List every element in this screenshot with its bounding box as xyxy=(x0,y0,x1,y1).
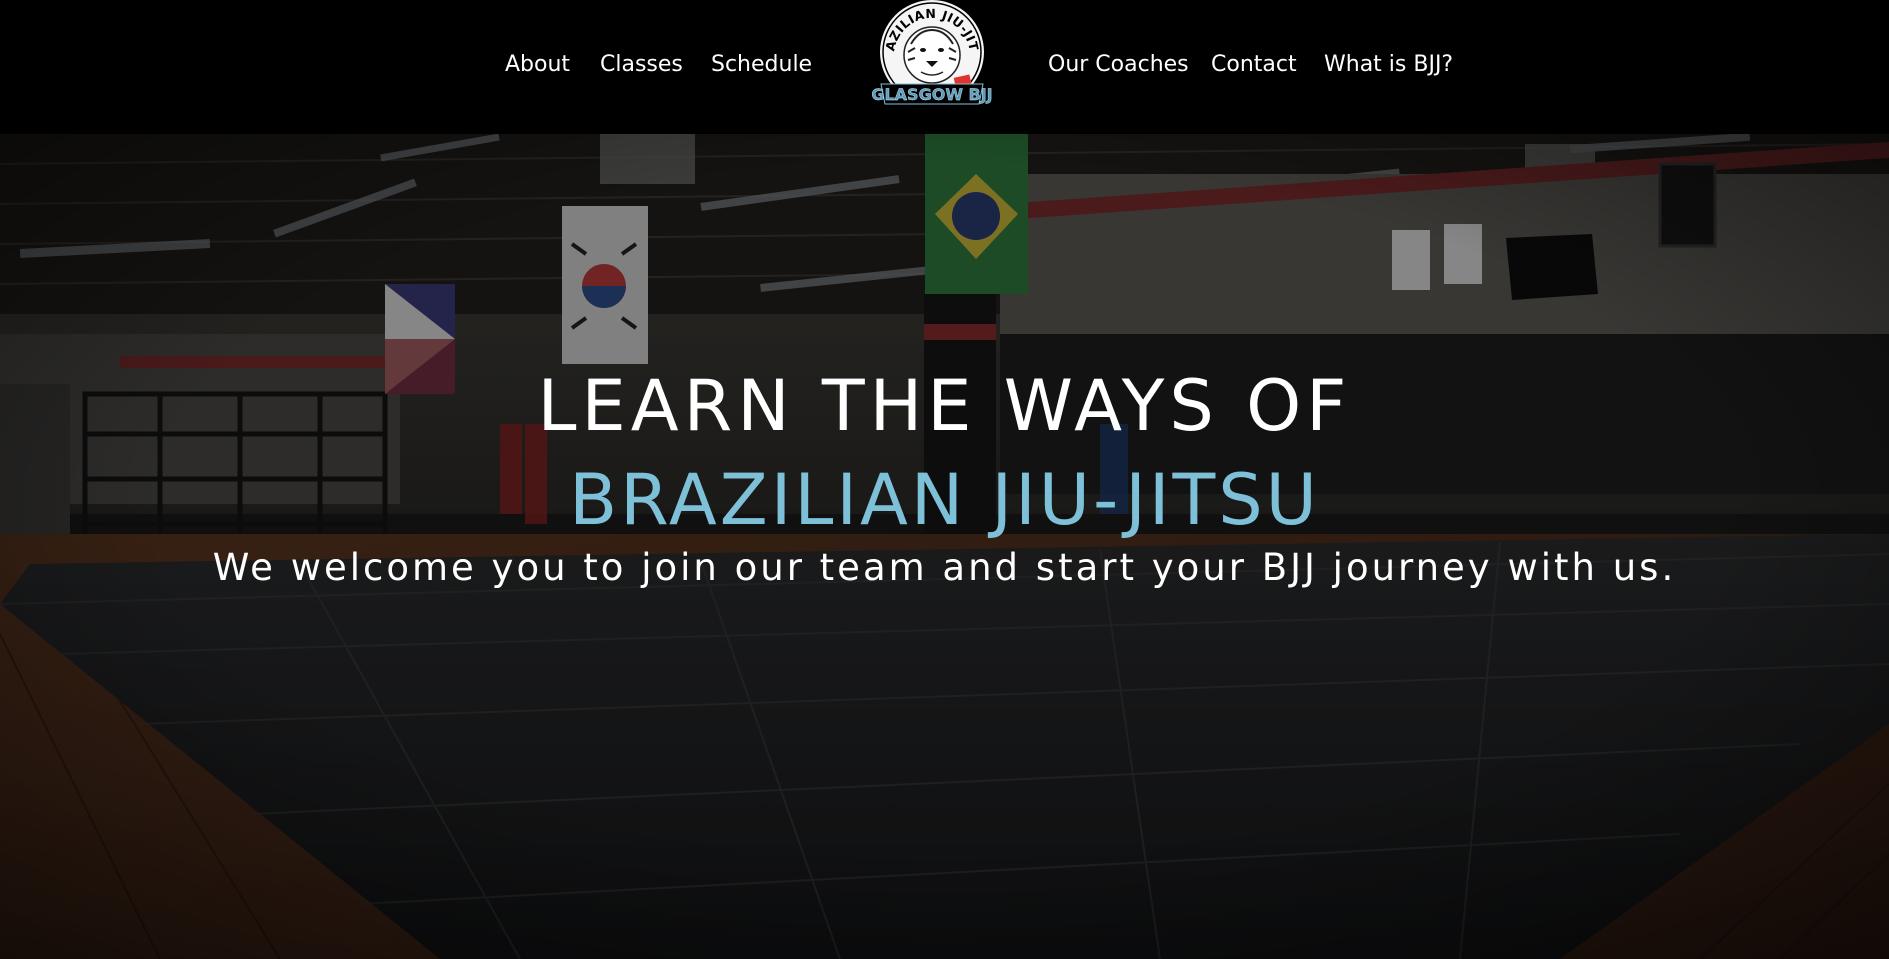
nav-link-about[interactable]: About xyxy=(505,50,570,80)
hero-heading-line1: LEARN THE WAYS OF xyxy=(537,365,1352,447)
top-navigation: About Classes Schedule BRAZILIAN JIU-JIT… xyxy=(0,0,1889,134)
hero-tagline: We welcome you to join our team and star… xyxy=(212,546,1677,589)
nav-link-classes[interactable]: Classes xyxy=(600,50,683,80)
glasgow-bjj-logo[interactable]: BRAZILIAN JIU-JITSU GLASGOW BJJ xyxy=(856,0,1003,116)
nav-link-what-is-bjj[interactable]: What is BJJ? xyxy=(1324,50,1453,80)
nav-link-contact[interactable]: Contact xyxy=(1211,50,1297,80)
nav-link-our-coaches[interactable]: Our Coaches xyxy=(1048,50,1189,80)
hero-section: LEARN THE WAYS OF BRAZILIAN JIU-JITSU We… xyxy=(0,134,1889,959)
nav-link-schedule[interactable]: Schedule xyxy=(711,50,812,80)
logo-banner-text: GLASGOW BJJ xyxy=(871,85,992,104)
hero-heading-line2: BRAZILIAN JIU-JITSU xyxy=(569,459,1320,541)
